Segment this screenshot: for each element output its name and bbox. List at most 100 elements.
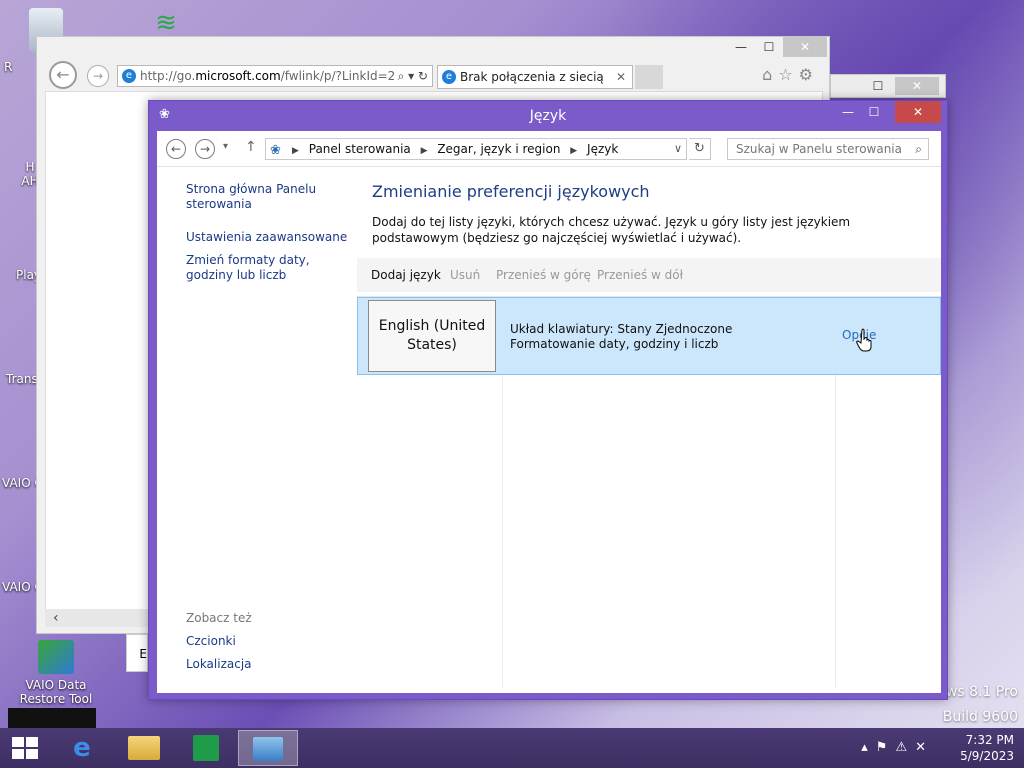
ie-tab-close-icon[interactable]: ✕ [616,66,626,88]
taskbar-file-explorer-icon[interactable] [114,730,174,766]
search-placeholder: Szukaj w Panelu sterowania [736,142,902,156]
maximize-button[interactable]: ☐ [861,101,887,123]
vaio-restore-icon [38,640,74,674]
taskbar-internet-explorer-icon[interactable]: e [52,730,112,766]
background-window: ☐ ✕ [830,74,946,98]
sidebar-link-location[interactable]: Lokalizacja [186,657,356,672]
background-window-fragment: E [126,634,148,672]
ie-titlebar: — ☐ ✕ [37,37,829,59]
task-sidebar: Strona główna Panelu sterowania Ustawien… [157,168,357,692]
ie-tab[interactable]: e Brak połączenia z siecią ✕ [437,65,633,89]
sidebar-link-control-panel-home[interactable]: Strona główna Panelu sterowania [186,182,356,212]
background-close-button[interactable]: ✕ [895,77,939,95]
language-control-panel-window: ❀ Język — ☐ ✕ ← → ▾ ↑ ❀ ▶ Panel sterowan… [148,100,948,700]
windows-build-watermark: Build 9600 [942,709,1018,725]
cp-titlebar: ❀ Język — ☐ ✕ [149,101,947,131]
background-maximize-button[interactable]: ☐ [867,77,889,95]
ie-address-bar[interactable]: e http://go.microsoft.com/fwlink/p/?Link… [117,65,433,87]
ie-toolbar: ← → e http://go.microsoft.com/fwlink/p/?… [37,59,829,89]
windows-logo-icon [12,749,24,759]
remove-language-button[interactable]: Usuń [450,268,480,282]
breadcrumb-item-clock-region[interactable]: Zegar, język i region [437,142,560,156]
windows-logo-icon [26,749,38,759]
ie-back-button[interactable]: ← [49,61,77,89]
folder-icon [128,736,160,760]
taskbar: e ▴⚑⚠✕ 7:32 PM 5/9/2023 [0,728,1024,768]
breadcrumb-item-language[interactable]: Język [587,142,618,156]
breadcrumb-sep-icon[interactable]: ▶ [570,146,577,156]
minimize-button[interactable]: — [835,101,861,123]
page-description: Dodaj do tej listy języki, których chces… [372,215,851,245]
windows-logo-icon [26,737,38,747]
taskbar-store-icon[interactable] [176,730,236,766]
taskbar-control-panel-icon[interactable] [238,730,298,766]
forward-button[interactable]: → [195,139,215,159]
hand-cursor-icon [856,328,872,352]
control-panel-icon: ❀ [270,143,281,158]
ie-close-button[interactable]: ✕ [783,37,827,57]
language-details: Układ klawiatury: Stany Zjednoczone Form… [510,322,732,352]
ie-tab-icon: e [442,70,456,84]
move-down-button[interactable]: Przenieś w dół [597,268,683,282]
sidebar-link-change-formats[interactable]: Zmień formaty daty, godziny lub liczb [186,253,356,283]
windows-logo-icon [12,737,24,747]
sidebar-link-fonts[interactable]: Czcionki [186,634,356,649]
language-toolbar: Dodaj język Usuń Przenieś w górę Przenie… [357,258,941,292]
recent-locations-chevron-icon[interactable]: ▾ [223,141,228,152]
language-row[interactable]: English (United States) Układ klawiatury… [357,297,941,375]
search-icon[interactable]: ⌕ [915,139,922,159]
move-up-button[interactable]: Przenieś w górę [496,268,591,282]
cp-body: ← → ▾ ↑ ❀ ▶ Panel sterowania ▶ Zegar, ję… [157,131,941,693]
search-input[interactable]: Szukaj w Panelu sterowania ⌕ [727,138,929,160]
up-arrow-icon[interactable]: ↑ [245,139,257,155]
ie-address-domain: microsoft.com [195,69,281,83]
ie-new-tab-button[interactable] [635,65,663,89]
breadcrumb-dropdown-icon[interactable]: ∨ [674,139,682,159]
network-icon[interactable]: ≋ [146,8,186,38]
formatting-text: Formatowanie daty, godziny i liczb [510,337,719,351]
navigation-bar: ← → ▾ ↑ ❀ ▶ Panel sterowania ▶ Zegar, ję… [157,131,941,167]
clock-time: 7:32 PM [965,733,1014,747]
add-language-button[interactable]: Dodaj język [371,268,441,282]
ie-forward-button[interactable]: → [87,65,109,87]
see-also-header: Zobacz też [186,611,252,625]
language-name-tile[interactable]: English (United States) [368,300,496,372]
ie-tab-title: Brak połączenia z siecią [460,70,604,84]
desktop-dark-panel [8,708,96,728]
sidebar-link-advanced-settings[interactable]: Ustawienia zaawansowane [186,230,356,245]
language-list: English (United States) Układ klawiatury… [357,296,941,687]
ie-minimize-button[interactable]: — [727,37,755,57]
ie-maximize-button[interactable]: ☐ [755,37,783,57]
system-tray-icons[interactable]: ▴⚑⚠✕ [861,740,934,755]
desktop-icon-h-label: H [25,160,35,174]
ie-tool-icons[interactable]: ⌂☆⚙ [762,65,819,84]
breadcrumb-sep-icon[interactable]: ▶ [421,146,428,156]
window-title: Język [529,108,567,124]
breadcrumb[interactable]: ❀ ▶ Panel sterowania ▶ Zegar, język i re… [265,138,687,160]
ie-page-icon: e [122,69,136,83]
keyboard-layout-text: Układ klawiatury: Stany Zjednoczone [510,322,733,336]
page-title: Zmienianie preferencji językowych [372,182,650,201]
clock[interactable]: 7:32 PM 5/9/2023 [960,732,1014,764]
vaio-restore-shortcut[interactable]: VAIO Data Restore Tool [8,640,104,706]
vaio-restore-label: VAIO Data Restore Tool [19,678,93,706]
column-divider [502,375,503,687]
breadcrumb-sep-icon[interactable]: ▶ [292,146,299,156]
refresh-button[interactable]: ↻ [689,138,711,160]
windows-edition-watermark: ows 8.1 Pro [937,684,1018,700]
back-button[interactable]: ← [166,139,186,159]
desktop-icon-trans[interactable]: Trans [6,372,38,386]
ie-address-suffix: /fwlink/p/?LinkId=2 [280,69,396,83]
start-button[interactable] [12,737,38,759]
column-divider [835,375,836,687]
ie-address-actions[interactable]: ⌕ ▾ ↻ [393,66,428,86]
ie-address-prefix: http://go. [140,69,196,83]
recycle-bin-label: R [4,60,13,74]
breadcrumb-item-control-panel[interactable]: Panel sterowania [309,142,411,156]
clock-date: 5/9/2023 [960,749,1014,763]
close-button[interactable]: ✕ [895,101,941,123]
control-panel-icon [253,737,283,761]
ie-horizontal-scrollbar[interactable]: ‹ [45,609,165,627]
main-content: Zmienianie preferencji językowych Dodaj … [357,168,941,692]
store-icon [193,735,219,761]
